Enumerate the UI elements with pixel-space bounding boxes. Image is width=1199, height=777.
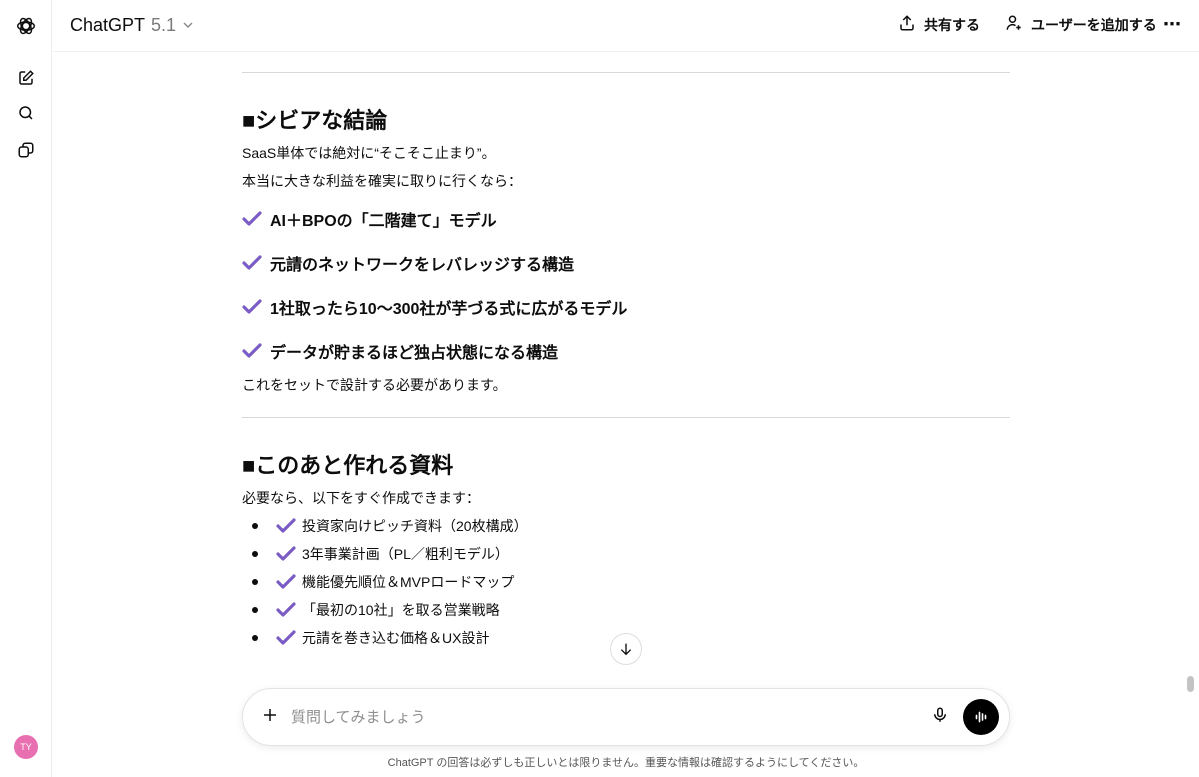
list-item: 「最初の10社」を取る営業戦略	[242, 596, 1010, 624]
conclusion-item: 元請のネットワークをレバレッジする構造	[242, 241, 1010, 285]
paragraph: これをセットで設計する必要があります。	[242, 377, 507, 393]
scroll-down-button[interactable]	[610, 633, 642, 665]
conclusion-item: 1社取ったら10〜300社が芋づる式に広がるモデル	[242, 285, 1010, 329]
chat-message: ■シビアな結論 SaaS単体では絶対に“そこそこ止まり”。 本当に大きな利益を確…	[242, 52, 1010, 652]
share-button[interactable]: 共有する	[898, 14, 980, 35]
plus-icon[interactable]	[261, 706, 279, 729]
sidebar: TY	[0, 0, 52, 777]
checkmark-icon	[276, 574, 296, 589]
section-heading: ■このあと作れる資料	[242, 453, 454, 478]
disclaimer: ChatGPT の回答は必ずしも正しいとは限りません。重要な情報は確認するように…	[387, 757, 865, 769]
list-item: 投資家向けピッチ資料（20枚構成）	[242, 512, 1010, 540]
paragraph: 必要なら、以下をすぐ作成できます：	[242, 490, 480, 506]
library-icon[interactable]	[14, 138, 38, 162]
item-text: 1社取ったら10〜300社が芋づる式に広がるモデル	[270, 301, 628, 318]
chevron-down-icon	[182, 15, 194, 36]
bullet	[252, 607, 258, 613]
waveform-icon	[975, 711, 987, 723]
item-text: 投資家向けピッチ資料（20枚構成）	[302, 518, 528, 534]
list-item: 機能優先順位＆MVPロードマップ	[242, 568, 1010, 596]
checkmark-icon	[242, 211, 262, 226]
add-user-icon	[1005, 14, 1023, 35]
item-text: 元請を巻き込む価格＆UX設計	[302, 630, 490, 646]
section-heading: ■シビアな結論	[242, 108, 388, 133]
microphone-icon[interactable]	[931, 706, 949, 729]
list-item: 3年事業計画（PL／粗利モデル）	[242, 540, 1010, 568]
openai-logo-icon[interactable]	[14, 14, 38, 38]
share-icon	[898, 14, 916, 35]
composer	[242, 688, 1010, 746]
new-chat-icon[interactable]	[14, 66, 38, 90]
item-text: 機能優先順位＆MVPロードマップ	[302, 574, 515, 590]
model-version: 5.1	[151, 15, 177, 35]
scrollbar-thumb[interactable]	[1187, 676, 1194, 692]
bullet	[252, 635, 258, 641]
checkmark-icon	[276, 518, 296, 533]
checkmark-icon	[242, 299, 262, 314]
arrow-down-icon	[620, 643, 632, 656]
bullet	[252, 523, 258, 529]
app-title: ChatGPT	[70, 15, 146, 35]
more-options-icon[interactable]: ⋯	[1163, 14, 1181, 35]
add-user-label: ユーザーを追加する	[1031, 16, 1157, 33]
checkmark-icon	[242, 255, 262, 270]
voice-mode-button[interactable]	[963, 699, 999, 735]
checkmark-icon	[242, 343, 262, 358]
checkmark-icon	[276, 546, 296, 561]
conclusion-item: データが貯まるほど独占状態になる構造	[242, 329, 1010, 373]
message-input[interactable]	[291, 708, 931, 726]
bullet	[252, 579, 258, 585]
paragraph: SaaS単体では絶対に“そこそこ止まり”。	[242, 145, 496, 161]
share-label: 共有する	[924, 16, 980, 33]
divider	[242, 417, 1010, 418]
item-text: データが貯まるほど独占状態になる構造	[270, 345, 559, 362]
checkmark-icon	[276, 602, 296, 617]
checkmark-icon	[276, 630, 296, 645]
bullet	[252, 551, 258, 557]
documents-list: 投資家向けピッチ資料（20枚構成） 3年事業計画（PL／粗利モデル） 機能優先順位＆…	[242, 512, 1010, 652]
item-text: 3年事業計画（PL／粗利モデル）	[302, 546, 509, 562]
model-selector[interactable]: ChatGPT 5.1	[70, 15, 194, 36]
item-text: 元請のネットワークをレバレッジする構造	[270, 257, 575, 274]
search-icon[interactable]	[14, 101, 38, 125]
conclusion-item: AI＋BPOの「二階建て」モデル	[242, 197, 1010, 241]
item-text: 「最初の10社」を取る営業戦略	[302, 602, 500, 618]
paragraph: 本当に大きな利益を確実に取りに行くなら：	[242, 173, 522, 189]
add-user-button[interactable]: ユーザーを追加する	[1005, 14, 1157, 35]
item-text: AI＋BPOの「二階建て」モデル	[270, 213, 497, 230]
conclusion-list: AI＋BPOの「二階建て」モデル元請のネットワークをレバレッジする構造 1社取った…	[242, 197, 1010, 373]
header: ChatGPT 5.1 共有する ユーザーを追加する ⋯	[53, 0, 1199, 52]
divider	[242, 72, 1010, 73]
avatar[interactable]: TY	[14, 735, 38, 759]
